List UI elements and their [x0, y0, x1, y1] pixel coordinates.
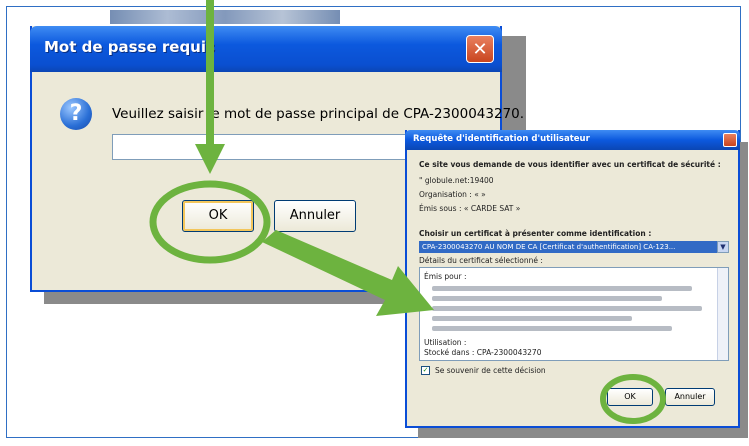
ok-highlight-ellipse — [149, 180, 271, 264]
diagonal-arrow-icon — [262, 230, 434, 316]
ok2-highlight-ellipse — [600, 374, 666, 424]
vertical-arrow-shaft — [206, 0, 214, 146]
annotation-overlay — [149, 0, 666, 424]
down-arrow-icon — [195, 144, 225, 174]
